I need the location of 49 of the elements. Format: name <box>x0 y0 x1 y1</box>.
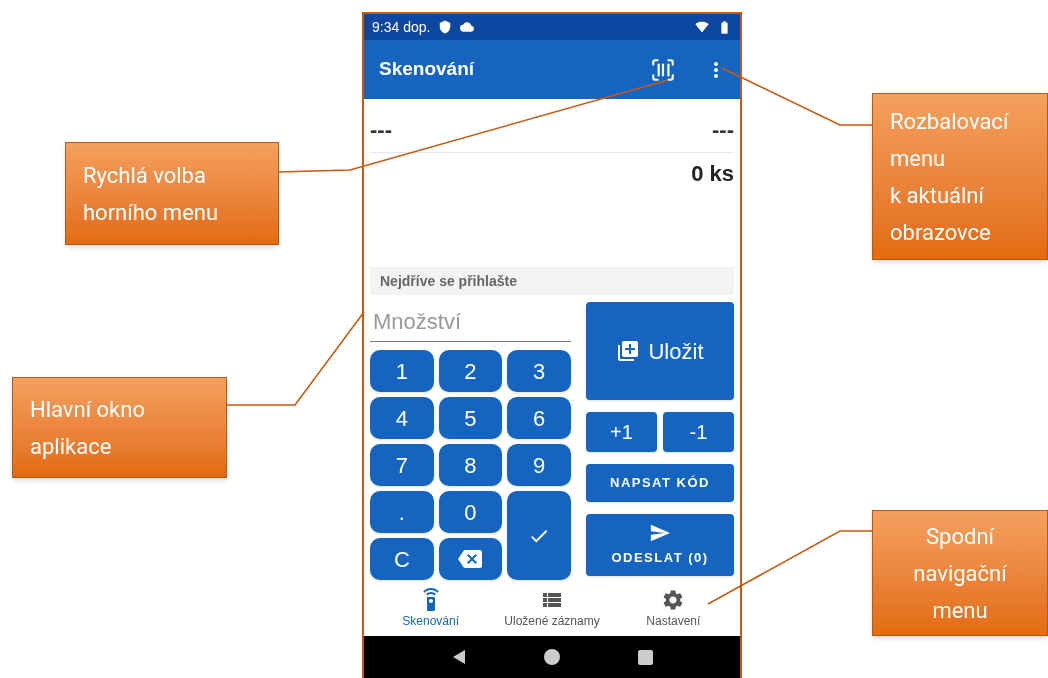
backspace-icon <box>458 547 483 571</box>
recents-icon <box>637 649 653 665</box>
keypad-key[interactable]: 9 <box>507 444 571 486</box>
callout-text: menu <box>890 144 946 173</box>
keypad-key[interactable]: . <box>370 491 434 533</box>
add-icon <box>616 339 641 363</box>
keypad-key[interactable]: 1 <box>370 350 434 392</box>
keypad-key[interactable]: 7 <box>370 444 434 486</box>
save-button[interactable]: Uložit <box>586 302 734 400</box>
home-icon <box>543 649 560 665</box>
plus-button[interactable]: +1 <box>586 412 657 452</box>
keypad-key[interactable]: 0 <box>438 491 503 533</box>
cloud-icon <box>460 20 475 34</box>
app-title: Skenování <box>379 57 476 82</box>
callout-text: aplikace <box>30 432 112 461</box>
keypad-key[interactable]: 6 <box>507 397 571 439</box>
notice-bar: Nejdříve se přihlašte <box>370 267 734 295</box>
nav-item[interactable]: Nastavení <box>612 584 734 634</box>
keypad-key[interactable]: C <box>370 538 434 580</box>
keypad-key[interactable]: 4 <box>370 397 434 439</box>
write-code-button[interactable]: NAPSAT KÓD <box>586 464 734 502</box>
summary-right: --- <box>712 116 734 144</box>
keypad-key[interactable]: 8 <box>438 444 503 486</box>
keypad-key[interactable]: 2 <box>438 350 503 392</box>
status-time: 9:34 dop. <box>372 17 431 37</box>
callout-text: menu <box>932 596 988 625</box>
nav-item[interactable]: Skenování <box>370 584 492 634</box>
minus-button[interactable]: -1 <box>663 412 734 452</box>
backspace-key[interactable] <box>438 538 503 580</box>
summary-left: --- <box>370 116 392 144</box>
keypad-key[interactable]: 5 <box>438 397 503 439</box>
scan-icon[interactable] <box>650 56 676 83</box>
callout-text: k aktuální <box>890 181 984 210</box>
callout-text: navigační <box>913 559 1007 588</box>
callout-text: Rychlá volba <box>83 161 206 190</box>
callout-text: Spodní <box>926 522 994 551</box>
confirm-key[interactable] <box>507 491 571 580</box>
send-button[interactable]: ODESLAT (0) <box>586 514 734 576</box>
nav-item[interactable]: Uložené záznamy <box>491 584 613 634</box>
count-text: 0 ks <box>691 160 734 188</box>
callout-text: Rozbalovací <box>890 107 1009 136</box>
back-icon <box>451 649 466 665</box>
wifi-icon <box>695 20 709 34</box>
callout-text: obrazovce <box>890 218 991 247</box>
callout-text: horního menu <box>83 198 219 227</box>
callout-text: Hlavní okno <box>30 395 145 424</box>
keypad-key[interactable]: 3 <box>507 350 571 392</box>
quantity-field[interactable]: Množství <box>370 302 571 342</box>
shield-icon <box>438 20 453 34</box>
